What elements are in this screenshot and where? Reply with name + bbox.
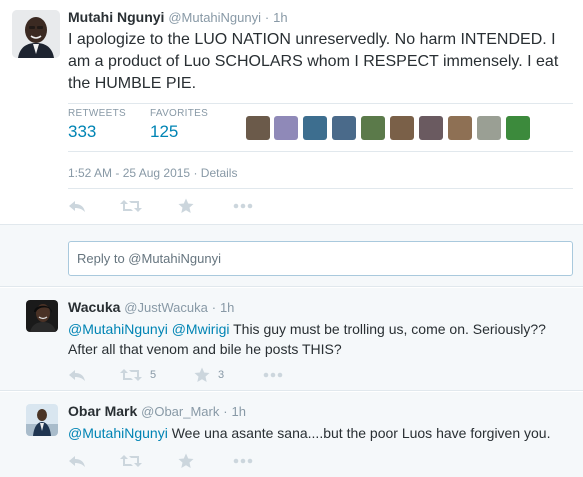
favoriter-avatar[interactable] (390, 116, 414, 140)
author-name[interactable]: Mutahi Ngunyi (68, 9, 164, 25)
reply-author-handle[interactable]: @Obar_Mark (141, 404, 219, 419)
reply-icon (68, 198, 86, 214)
reply-action[interactable] (68, 451, 86, 471)
tweet-text: I apologize to the LUO NATION unreserved… (68, 31, 559, 92)
tweet-header: Mutahi Ngunyi @MutahiNgunyi · 1h (68, 9, 288, 25)
favoriter-avatar[interactable] (246, 116, 270, 140)
reply-header: Wacuka @JustWacuka · 1h (68, 299, 234, 315)
favorite-action[interactable] (178, 196, 194, 216)
favorite-action[interactable]: 3 (194, 365, 224, 385)
more-action[interactable] (233, 451, 253, 471)
details-link[interactable]: Details (201, 166, 238, 180)
details-separator: · (193, 166, 198, 180)
tweet-timestamp: 1:52 AM - 25 Aug 2015 (68, 166, 191, 180)
reply-header-separator: · (223, 404, 228, 419)
favorites-count: 125 (150, 122, 179, 141)
author-avatar[interactable] (12, 10, 60, 58)
retweet-action[interactable] (120, 196, 142, 216)
main-tweet: Mutahi Ngunyi @MutahiNgunyi · 1h I apolo… (0, 0, 583, 224)
more-action[interactable] (233, 196, 253, 216)
header-separator: · (264, 10, 270, 25)
more-action[interactable] (263, 365, 283, 385)
favorite-action[interactable] (178, 451, 194, 471)
reply-icon (68, 453, 86, 469)
favoriter-avatar[interactable] (448, 116, 472, 140)
more-icon (233, 203, 253, 209)
retweet-icon (120, 198, 142, 214)
reply-time[interactable]: 1h (220, 300, 234, 315)
favoriter-avatar[interactable] (332, 116, 356, 140)
divider (68, 103, 573, 104)
reply-tweet: Wacuka @JustWacuka · 1h @MutahiNgunyi @M… (0, 288, 583, 391)
reply-box-section: Reply to @MutahiNgunyi (0, 224, 583, 287)
reply-header: Obar Mark @Obar_Mark · 1h (68, 403, 246, 419)
divider (68, 151, 573, 152)
reply-placeholder: Reply to @MutahiNgunyi (77, 251, 221, 266)
reply-author-handle[interactable]: @JustWacuka (124, 300, 208, 315)
divider (68, 188, 573, 189)
reply-text: @MutahiNgunyi @Mwirigi This guy must be … (68, 319, 573, 359)
retweet-action[interactable]: 5 (120, 365, 156, 385)
tweet-time[interactable]: 1h (273, 10, 287, 25)
mention-link[interactable]: @MutahiNgunyi (68, 425, 168, 441)
reply-action[interactable] (68, 196, 86, 216)
favoriter-avatar[interactable] (477, 116, 501, 140)
star-icon (194, 367, 210, 383)
author-handle[interactable]: @MutahiNgunyi (168, 10, 261, 25)
retweet-action[interactable] (120, 451, 142, 471)
favoriter-avatar[interactable] (419, 116, 443, 140)
reply-time[interactable]: 1h (231, 404, 245, 419)
reply-text: @MutahiNgunyi Wee una asante sana....but… (68, 423, 573, 443)
retweet-icon (120, 453, 142, 469)
tweet-timestamp-line: 1:52 AM - 25 Aug 2015 · Details (68, 166, 237, 180)
retweets-count: 333 (68, 122, 97, 141)
retweet-icon (120, 367, 142, 383)
star-icon (178, 198, 194, 214)
reply-input[interactable]: Reply to @MutahiNgunyi (68, 241, 573, 276)
reply-header-separator: · (211, 300, 217, 315)
star-icon (178, 453, 194, 469)
reply-action[interactable] (68, 365, 86, 385)
favoriter-avatar[interactable] (274, 116, 298, 140)
reply-author-name[interactable]: Wacuka (68, 299, 120, 315)
tweet-stats: RETWEETS 333 FAVORITES 125 (68, 108, 573, 152)
more-icon (233, 458, 253, 464)
mention-link[interactable]: @MutahiNgunyi (68, 321, 168, 337)
favorites-label: FAVORITES (150, 108, 209, 119)
favoriter-avatar[interactable] (506, 116, 530, 140)
retweet-count: 5 (150, 369, 157, 381)
reply-author-avatar[interactable] (26, 300, 58, 332)
favoriter-avatar[interactable] (361, 116, 385, 140)
retweets-stat[interactable]: RETWEETS 333 (68, 108, 126, 142)
reply-tweet: Obar Mark @Obar_Mark · 1h @MutahiNgunyi … (0, 392, 583, 477)
mention-link[interactable]: @Mwirigi (172, 321, 230, 337)
reply-body: Wee una asante sana....but the poor Luos… (171, 425, 551, 441)
reply-author-avatar[interactable] (26, 404, 58, 436)
retweets-label: RETWEETS (68, 108, 126, 119)
reply-author-name[interactable]: Obar Mark (68, 403, 137, 419)
reply-icon (68, 367, 86, 383)
favorite-count: 3 (218, 369, 225, 381)
more-icon (263, 372, 283, 378)
favorites-stat[interactable]: FAVORITES 125 (150, 108, 208, 142)
favoriter-avatar[interactable] (303, 116, 327, 140)
